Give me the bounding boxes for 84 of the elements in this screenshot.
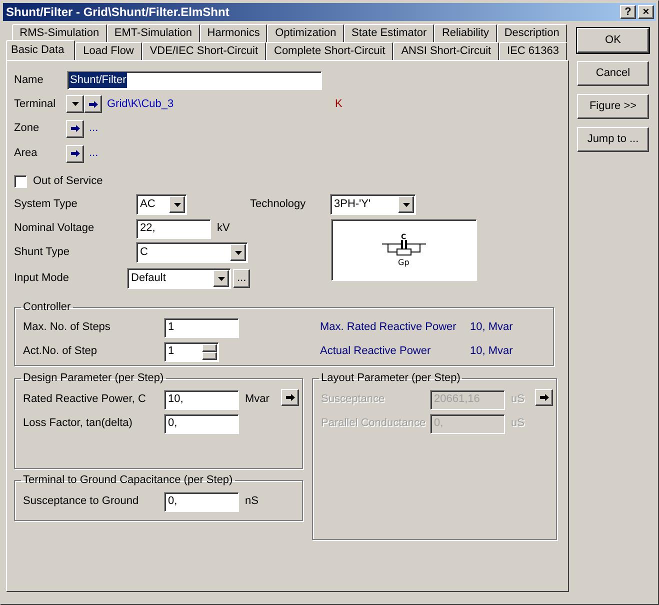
info-value: 10, Mvar: [470, 320, 513, 336]
tab[interactable]: EMT-Simulation: [106, 24, 200, 42]
dropdown-arrow-icon: [72, 102, 78, 106]
spinner-field[interactable]: 1: [164, 342, 219, 362]
info-label: Max. Rated Reactive Power: [320, 320, 458, 336]
tab[interactable]: RMS-Simulation: [12, 24, 107, 42]
node-label: K: [335, 96, 342, 112]
right-arrow-icon: [70, 125, 80, 132]
field-label: Susceptance to Ground: [23, 494, 140, 510]
tab[interactable]: VDE/IEC Short-Circuit: [142, 42, 266, 60]
terminal-link[interactable]: Grid\K\Cub_3: [107, 96, 335, 112]
browse-button[interactable]: ...: [233, 269, 250, 288]
tab[interactable]: Complete Short-Circuit: [266, 42, 394, 60]
field-label: Terminal: [14, 96, 57, 112]
info-label: Actual Reactive Power: [320, 344, 432, 360]
right-arrow-icon: [286, 394, 294, 400]
dialog-button[interactable]: Jump to ...: [577, 127, 649, 152]
dropdown-arrow-icon: [174, 202, 180, 206]
input-field[interactable]: 22,: [136, 218, 211, 238]
tab[interactable]: ANSI Short-Circuit: [393, 42, 500, 60]
dropdown-button[interactable]: [398, 196, 414, 213]
tab[interactable]: Basic Data: [6, 40, 76, 60]
field-label: Act.No. of Step: [23, 344, 98, 360]
group-title: Layout Parameter (per Step): [320, 371, 462, 386]
dialog-button[interactable]: OK: [577, 28, 649, 53]
field-label: Shunt Type: [14, 245, 70, 260]
dropdown-button[interactable]: [66, 95, 84, 113]
dialog-button[interactable]: Figure >>: [577, 94, 649, 119]
field-label: Max. No. of Steps: [23, 320, 112, 336]
input-field[interactable]: 10,: [164, 390, 239, 410]
dropdown-field[interactable]: AC: [136, 194, 187, 215]
tab[interactable]: Optimization: [267, 24, 344, 42]
field-label: Technology: [250, 197, 307, 212]
close-button[interactable]: ×: [638, 5, 654, 19]
input-field[interactable]: 1: [164, 318, 239, 338]
jump-button[interactable]: [66, 120, 84, 138]
checkbox-label: Out of Service: [33, 174, 103, 189]
field-label: Name: [14, 72, 44, 88]
dropdown-arrow-icon: [218, 276, 225, 280]
spin-up-button[interactable]: [202, 344, 217, 352]
tab[interactable]: Harmonics: [200, 24, 268, 42]
link-text[interactable]: ...: [89, 145, 98, 162]
right-arrow-icon: [70, 150, 80, 157]
arrow-button[interactable]: [535, 388, 553, 406]
input-field[interactable]: 0,: [164, 414, 239, 434]
dropdown-button[interactable]: [213, 270, 230, 287]
field-label: Loss Factor, tan(delta): [23, 416, 134, 432]
input-field[interactable]: 0,: [164, 492, 239, 512]
dropdown-field[interactable]: Default: [127, 268, 232, 289]
unit-label: nS: [245, 494, 258, 510]
group-title: Controller: [22, 300, 72, 315]
dropdown-arrow-icon: [402, 202, 410, 206]
dropdown-button[interactable]: [169, 196, 185, 213]
tab[interactable]: Description: [496, 24, 567, 42]
unit-label: kV: [217, 221, 230, 236]
jump-button[interactable]: [66, 144, 84, 162]
group-title: Terminal to Ground Capacitance (per Step): [22, 473, 234, 488]
checkbox[interactable]: [14, 174, 27, 188]
arrow-button[interactable]: [281, 388, 299, 406]
tab[interactable]: Reliability: [434, 24, 497, 42]
input-field[interactable]: Shunt/Filter: [67, 70, 322, 90]
dropdown-field[interactable]: 3PH-'Y': [330, 194, 416, 215]
field-label: System Type: [14, 197, 78, 212]
tab[interactable]: State Estimator: [344, 24, 434, 42]
window-title: Shunt/Filter - Grid\Shunt/Filter.ElmShnt: [6, 4, 230, 21]
dropdown-field[interactable]: C: [136, 242, 248, 263]
dropdown-button[interactable]: [230, 244, 246, 261]
field-label: Zone: [14, 121, 40, 136]
field-label: Input Mode: [14, 271, 70, 286]
tab[interactable]: IEC 61363: [499, 42, 567, 60]
field-label: Nominal Voltage: [14, 221, 96, 236]
help-button[interactable]: ?: [620, 5, 636, 19]
dialog-button[interactable]: Cancel: [577, 61, 649, 86]
link-text[interactable]: ...: [89, 120, 98, 137]
group-title: Design Parameter (per Step): [22, 371, 165, 386]
right-arrow-icon: [88, 100, 98, 108]
info-value: 10, Mvar: [470, 344, 513, 360]
tab[interactable]: Load Flow: [75, 42, 142, 60]
dropdown-arrow-icon: [234, 250, 242, 254]
field-label: Rated Reactive Power, C: [23, 392, 147, 408]
unit-label: Mvar: [245, 392, 270, 408]
right-arrow-icon: [540, 394, 548, 400]
field-label: Area: [14, 146, 38, 162]
jump-button[interactable]: [84, 95, 102, 113]
